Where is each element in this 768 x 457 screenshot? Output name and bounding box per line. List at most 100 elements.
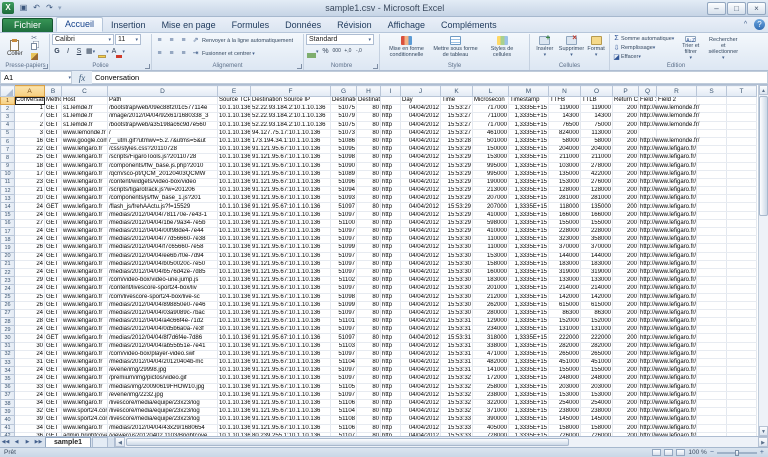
cell-A30[interactable]: 24 [15,334,45,342]
cell-J35[interactable]: 04/04/2012 [401,375,441,383]
cell-H2[interactable]: 80 [357,105,381,113]
cell-K27[interactable]: 15:53:30 [441,309,473,317]
cell-I5[interactable]: http [381,129,401,137]
cell-A40[interactable]: 39 [15,416,45,424]
cell-J34[interactable]: 04/04/2012 [401,367,441,375]
cell-N12[interactable]: 128000 [549,187,581,195]
cell-B26[interactable]: GET [45,301,62,309]
cell-R1[interactable]: Field 2 [657,97,697,105]
cell-G7[interactable]: 51095 [331,146,357,154]
cell-N34[interactable]: 155000 [549,367,581,375]
cell-O23[interactable]: 133000 [581,277,613,285]
column-header-I[interactable]: I [381,86,401,97]
cell-G25[interactable]: 51098 [331,293,357,301]
cell-B17[interactable]: GET [45,228,62,236]
cell-O6[interactable]: 58000 [581,137,613,145]
cell-E36[interactable]: 10.1.10.136 [218,383,251,391]
cell-H26[interactable]: 80 [357,301,381,309]
cell-J5[interactable]: 04/04/2012 [401,129,441,137]
cell-B35[interactable]: GET [45,375,62,383]
cell-E27[interactable]: 10.1.10.136 [218,309,251,317]
cell-M31[interactable]: 1,3335E+15 [509,342,549,350]
cell-N20[interactable]: 144000 [549,252,581,260]
cell-F14[interactable]: 91.121.95.67:10.1.10.136 [251,203,331,211]
cell-T28[interactable] [727,318,757,326]
cell-A10[interactable]: 17 [15,170,45,178]
cell-A5[interactable]: 3 [15,129,45,137]
cell-C26[interactable]: www.lefigaro.fr [62,301,108,309]
cell-S19[interactable] [697,244,727,252]
cell-B1[interactable]: Method [45,97,62,105]
cell-A18[interactable]: 24 [15,236,45,244]
cell-B6[interactable]: GET [45,137,62,145]
align-center-icon[interactable]: ≡ [166,48,177,59]
cell-L37[interactable]: 238000 [473,391,509,399]
row-header-7[interactable]: 7 [1,146,15,154]
cell-I13[interactable]: http [381,195,401,203]
cell-P30[interactable]: 200 [613,334,639,342]
cell-S9[interactable] [697,162,727,170]
horizontal-scroll-thumb[interactable] [126,438,569,446]
cell-T23[interactable] [727,277,757,285]
cell-P9[interactable]: 200 [613,162,639,170]
cell-A6[interactable]: 16 [15,137,45,145]
cell-N32[interactable]: 265000 [549,350,581,358]
prev-sheet-icon[interactable]: ◀ [11,437,22,447]
zoom-in-icon[interactable]: + [760,449,764,456]
cell-M33[interactable]: 1,3335E+15 [509,359,549,367]
cell-G1[interactable]: Destination Source TCP P [331,97,357,105]
cell-B3[interactable]: GET [45,113,62,121]
cell-N23[interactable]: 133000 [549,277,581,285]
cell-A19[interactable]: 26 [15,244,45,252]
row-header-9[interactable]: 9 [1,162,15,170]
column-header-E[interactable]: E [218,86,251,97]
cell-D9[interactable]: /components/ffw_base.js.php?2010 [108,162,218,170]
cell-N42[interactable]: 726000 [549,432,581,436]
cell-A27[interactable]: 24 [15,309,45,317]
cell-F37[interactable]: 91.121.95.67:10.1.10.136 [251,391,331,399]
cell-Q15[interactable]: http://www.lefigaro.fr/ [639,211,657,219]
cell-T38[interactable] [727,399,757,407]
cell-K30[interactable]: 15:53:31 [441,334,473,342]
cell-B24[interactable]: GET [45,285,62,293]
cell-P42[interactable]: 200 [613,432,639,436]
cell-M1[interactable]: Timestamp [509,97,549,105]
cell-C10[interactable]: www.lefigaro.fr [62,170,108,178]
conditional-formatting-button[interactable]: Mise en forme conditionnelle [382,34,431,62]
clipboard-dialog-launcher[interactable] [43,64,48,69]
cell-L13[interactable]: 207000 [473,195,509,203]
cell-O38[interactable]: 254000 [581,399,613,407]
cell-E11[interactable]: 10.1.10.136 [218,178,251,186]
cell-I29[interactable]: http [381,326,401,334]
cell-G37[interactable]: 51097 [331,391,357,399]
cell-O21[interactable]: 183000 [581,260,613,268]
cell-G3[interactable]: 51079 [331,113,357,121]
column-header-N[interactable]: N [549,86,581,97]
cell-I4[interactable]: http [381,121,401,129]
cell-C15[interactable]: www.lefigaro.fr [62,211,108,219]
cell-F5[interactable]: 94.127.75.17:10.1.10.136 [251,129,331,137]
cell-J21[interactable]: 04/04/2012 [401,260,441,268]
cell-H6[interactable]: 80 [357,137,381,145]
cell-E8[interactable]: 10.1.10.136 [218,154,251,162]
cell-C33[interactable]: www.lefigaro.fr [62,359,108,367]
cell-D20[interactable]: /medias/2012/04/04/ee6b7f0e-7d94 [108,252,218,260]
cell-K10[interactable]: 15:53:29 [441,170,473,178]
cell-B12[interactable]: GET [45,187,62,195]
cell-L19[interactable]: 110000 [473,244,509,252]
cell-P29[interactable]: 200 [613,326,639,334]
cell-H7[interactable]: 80 [357,146,381,154]
cell-G26[interactable]: 51099 [331,301,357,309]
cell-F13[interactable]: 91.121.95.67:10.1.10.136 [251,195,331,203]
cell-F25[interactable]: 91.121.95.67:10.1.10.136 [251,293,331,301]
cell-O29[interactable]: 131000 [581,326,613,334]
cell-N15[interactable]: 166000 [549,211,581,219]
cell-K40[interactable]: 15:53:33 [441,416,473,424]
cell-J36[interactable]: 04/04/2012 [401,383,441,391]
column-header-B[interactable]: B [45,86,62,97]
cell-Q8[interactable]: http://www.lefigaro.fr/ [639,154,657,162]
cell-K37[interactable]: 15:53:32 [441,391,473,399]
cell-G5[interactable]: 51073 [331,129,357,137]
cell-A22[interactable]: 24 [15,268,45,276]
cell-C28[interactable]: www.lefigaro.fr [62,318,108,326]
